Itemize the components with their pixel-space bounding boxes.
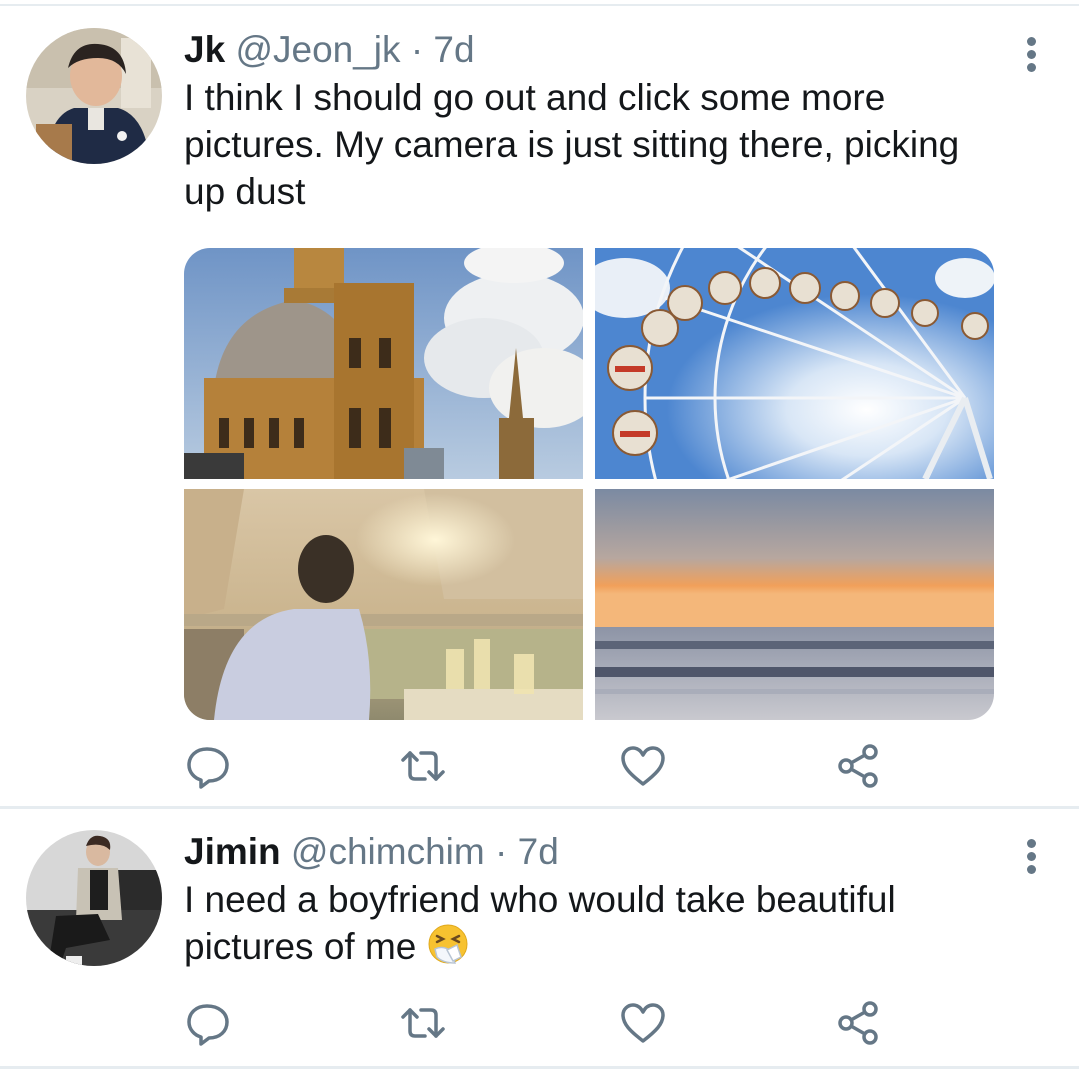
tweet[interactable]: Jk @Jeon_jk · 7d I think I should go out… (0, 8, 1079, 806)
user-handle[interactable]: @Jeon_jk (235, 29, 400, 70)
heart-icon[interactable] (618, 998, 668, 1048)
display-name[interactable]: Jk (184, 29, 225, 70)
tweet-header: Jimin @chimchim · 7d (184, 830, 559, 874)
timestamp[interactable]: 7d (518, 831, 559, 872)
user-handle[interactable]: @chimchim (291, 831, 485, 872)
top-divider (0, 4, 1079, 6)
separator-dot: · (495, 831, 508, 872)
sneezing-face-emoji (427, 923, 469, 965)
photo-grid (184, 248, 994, 720)
reply-icon[interactable] (184, 998, 234, 1048)
cathedral-dome-photo[interactable] (184, 248, 583, 479)
more-vertical-icon[interactable] (1025, 839, 1037, 878)
display-name[interactable]: Jimin (184, 831, 281, 872)
avatar[interactable] (26, 28, 162, 164)
more-vertical-icon[interactable] (1025, 37, 1037, 76)
beach-sunset-photo[interactable] (595, 489, 994, 720)
tweet-text-container: I need a boyfriend who would take beauti… (184, 876, 1004, 970)
tweet-header: Jk @Jeon_jk · 7d (184, 28, 475, 72)
tweet-actions (184, 741, 904, 791)
tweet-divider (0, 1066, 1079, 1069)
retweet-icon[interactable] (398, 741, 448, 791)
retweet-icon[interactable] (398, 998, 448, 1048)
tweet-text: I think I should go out and click some m… (184, 77, 960, 212)
reply-icon[interactable] (184, 741, 234, 791)
tweet[interactable]: Jimin @chimchim · 7d I need a boyfriend … (0, 810, 1079, 1062)
ferris-wheel-photo[interactable] (595, 248, 994, 479)
person-at-sunset-dinner-photo[interactable] (184, 489, 583, 720)
heart-icon[interactable] (618, 741, 668, 791)
tweet-text: I need a boyfriend who would take beauti… (184, 879, 896, 967)
timestamp[interactable]: 7d (433, 29, 474, 70)
share-icon[interactable] (834, 741, 884, 791)
tweet-actions (184, 998, 904, 1048)
avatar[interactable] (26, 830, 162, 966)
separator-dot: · (410, 29, 424, 70)
tweet-divider (0, 806, 1079, 809)
share-icon[interactable] (834, 998, 884, 1048)
